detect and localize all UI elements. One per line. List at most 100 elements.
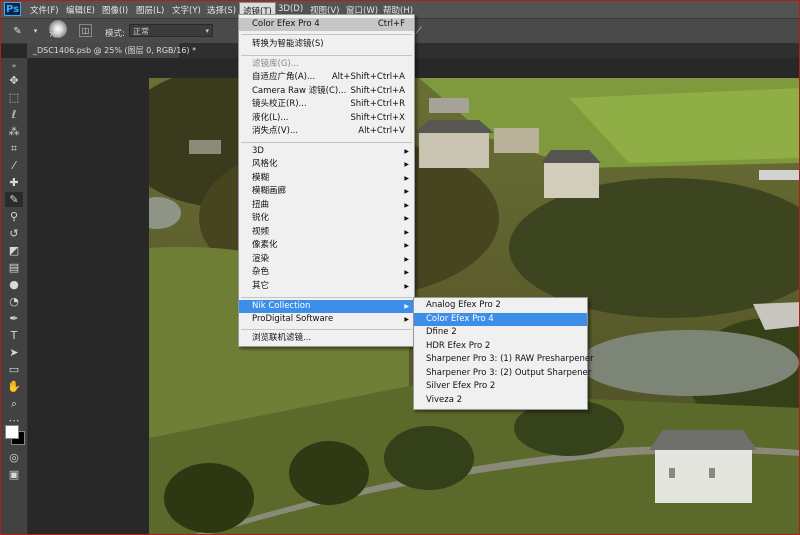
submenu-item-dfine[interactable]: Dfine 2: [414, 326, 587, 339]
menu-item-label: Silver Efex Pro 2: [426, 381, 496, 391]
submenu-item-viveza[interactable]: Viveza 2: [414, 394, 587, 407]
submenu-arrow-icon: ▶: [404, 175, 409, 182]
menu-item-label: 3D: [252, 146, 264, 156]
history-brush-tool-icon[interactable]: ↺: [5, 226, 23, 241]
menu-item-label: 杂色: [252, 267, 270, 277]
foreground-color-swatch[interactable]: [5, 425, 19, 439]
submenu-arrow-icon: ▶: [404, 269, 409, 276]
gradient-tool-icon[interactable]: ▤: [5, 260, 23, 275]
eyedropper-tool-icon[interactable]: ⁄: [5, 158, 23, 173]
app-window: Ps 文件(F) 编辑(E) 图像(I) 图层(L) 文字(Y) 选择(S) 滤…: [0, 0, 800, 535]
menu-item-nik-collection[interactable]: Nik Collection ▶: [239, 300, 414, 313]
menu-file[interactable]: 文件(F): [30, 4, 59, 16]
menu-item-label: 模糊画廊: [252, 186, 287, 196]
screen-mode-icon[interactable]: ▣: [5, 467, 23, 482]
menu-item-filter-gallery[interactable]: 滤镜库(G)...: [239, 58, 414, 71]
menu-item-lens-correction[interactable]: 镜头校正(R)... Shift+Ctrl+R: [239, 98, 414, 111]
brush-tool-button-icon[interactable]: ✎: [5, 192, 23, 207]
menu-item-label: ProDigital Software: [252, 314, 334, 324]
menu-item-shortcut: Shift+Ctrl+R: [350, 99, 405, 109]
submenu-item-hdr-efex[interactable]: HDR Efex Pro 2: [414, 340, 587, 353]
brush-size-label: 700: [49, 32, 61, 39]
quick-selection-tool-icon[interactable]: ⁂: [5, 124, 23, 139]
menu-item-blur[interactable]: 模糊 ▶: [239, 172, 414, 185]
nik-collection-submenu: Analog Efex Pro 2 Color Efex Pro 4 Dfine…: [413, 297, 594, 410]
menu-item-prodigital-software[interactable]: ProDigital Software ▶: [239, 313, 414, 326]
menu-separator: [241, 34, 412, 35]
menu-item-label: Color Efex Pro 4: [252, 19, 320, 29]
menu-separator: [241, 55, 412, 56]
menu-image[interactable]: 图像(I): [102, 4, 128, 16]
submenu-item-output-sharpener[interactable]: Sharpener Pro 3: (2) Output Sharpener: [414, 367, 591, 380]
menu-item-liquify[interactable]: 液化(L)... Shift+Ctrl+X: [239, 112, 414, 125]
hand-tool-icon[interactable]: ✋: [5, 379, 23, 394]
mode-label: 模式:: [105, 29, 125, 39]
quick-mask-icon[interactable]: ◎: [5, 450, 23, 465]
submenu-arrow-icon: ▶: [404, 148, 409, 155]
menu-item-render[interactable]: 渲染 ▶: [239, 253, 414, 266]
marquee-tool-icon[interactable]: ⬚: [5, 90, 23, 105]
menu-item-label: Camera Raw 滤镜(C)...: [252, 86, 347, 96]
menu-type[interactable]: 文字(Y): [172, 4, 201, 16]
panel-collapse-icon[interactable]: »: [5, 62, 23, 70]
menu-item-last-filter[interactable]: Color Efex Pro 4 Ctrl+F: [239, 18, 414, 31]
menu-item-sharpen[interactable]: 锐化 ▶: [239, 212, 414, 225]
menu-item-3d[interactable]: 3D ▶: [239, 145, 414, 158]
path-selection-tool-icon[interactable]: ➤: [5, 345, 23, 360]
menu-item-camera-raw-filter[interactable]: Camera Raw 滤镜(C)... Shift+Ctrl+A: [239, 85, 414, 98]
pen-tool-icon[interactable]: ✒: [5, 311, 23, 326]
dodge-tool-icon[interactable]: ◔: [5, 294, 23, 309]
submenu-item-raw-presharpener[interactable]: Sharpener Pro 3: (1) RAW Presharpener: [414, 353, 594, 366]
crop-tool-icon[interactable]: ⌗: [5, 141, 23, 156]
submenu-arrow-icon: ▶: [404, 256, 409, 263]
photoshop-logo-icon: Ps: [4, 2, 21, 16]
menu-item-blur-gallery[interactable]: 模糊画廊 ▶: [239, 185, 414, 198]
tool-preset-dropdown-icon[interactable]: ▾: [29, 25, 42, 38]
menu-item-other[interactable]: 其它 ▶: [239, 280, 414, 293]
menu-select[interactable]: 选择(S): [207, 4, 236, 16]
menu-item-browse-filters-online[interactable]: 浏览联机滤镜...: [239, 332, 414, 345]
type-tool-icon[interactable]: T: [5, 328, 23, 343]
menu-separator: [241, 329, 412, 330]
menu-item-video[interactable]: 视频 ▶: [239, 226, 414, 239]
menu-item-distort[interactable]: 扭曲 ▶: [239, 199, 414, 212]
eraser-tool-icon[interactable]: ◩: [5, 243, 23, 258]
filter-menu: Color Efex Pro 4 Ctrl+F 转换为智能滤镜(S) 滤镜库(G…: [238, 14, 415, 347]
menu-item-convert-smart-filters[interactable]: 转换为智能滤镜(S): [239, 38, 414, 51]
menu-item-vanishing-point[interactable]: 消失点(V)... Alt+Ctrl+V: [239, 125, 414, 138]
chevron-down-icon: ▾: [205, 27, 209, 35]
menu-item-pixelate[interactable]: 像素化 ▶: [239, 239, 414, 252]
submenu-item-color-efex[interactable]: Color Efex Pro 4: [414, 313, 587, 326]
menu-item-label: HDR Efex Pro 2: [426, 341, 491, 351]
menu-item-label: Analog Efex Pro 2: [426, 300, 501, 310]
zoom-tool-icon[interactable]: ⌕: [5, 396, 23, 411]
move-tool-icon[interactable]: ✥: [5, 73, 23, 88]
menu-edit[interactable]: 编辑(E): [66, 4, 95, 16]
submenu-item-analog-efex[interactable]: Analog Efex Pro 2: [414, 299, 587, 312]
blur-tool-icon[interactable]: ●: [5, 277, 23, 292]
menu-item-label: 模糊: [252, 173, 270, 183]
healing-brush-tool-icon[interactable]: ✚: [5, 175, 23, 190]
menu-item-adaptive-wide-angle[interactable]: 自适应广角(A)... Alt+Shift+Ctrl+A: [239, 71, 414, 84]
submenu-arrow-icon: ▶: [404, 242, 409, 249]
submenu-arrow-icon: ▶: [404, 229, 409, 236]
document-tab[interactable]: _DSC1406.psb @ 25% (图层 0, RGB/16) *: [27, 43, 196, 58]
menu-item-label: 其它: [252, 281, 270, 291]
menu-item-label: 像素化: [252, 240, 278, 250]
submenu-item-silver-efex[interactable]: Silver Efex Pro 2: [414, 380, 587, 393]
menu-item-label: 锐化: [252, 213, 270, 223]
lasso-tool-icon[interactable]: ℓ: [5, 107, 23, 122]
menu-item-stylize[interactable]: 风格化 ▶: [239, 158, 414, 171]
menu-item-shortcut: Shift+Ctrl+A: [350, 86, 405, 96]
menu-3d[interactable]: 3D(D): [278, 4, 303, 14]
menu-item-noise[interactable]: 杂色 ▶: [239, 266, 414, 279]
menu-layer[interactable]: 图层(L): [136, 4, 164, 16]
menu-item-label: 自适应广角(A)...: [252, 72, 316, 82]
menu-separator: [241, 297, 412, 298]
submenu-arrow-icon: ▶: [404, 316, 409, 323]
brush-panel-toggle-icon[interactable]: ◫: [79, 24, 92, 37]
menu-item-label: Dfine 2: [426, 327, 457, 337]
rectangle-tool-icon[interactable]: ▭: [5, 362, 23, 377]
clone-stamp-tool-icon[interactable]: ⚲: [5, 209, 23, 224]
mode-select[interactable]: 正常 ▾: [129, 24, 213, 37]
